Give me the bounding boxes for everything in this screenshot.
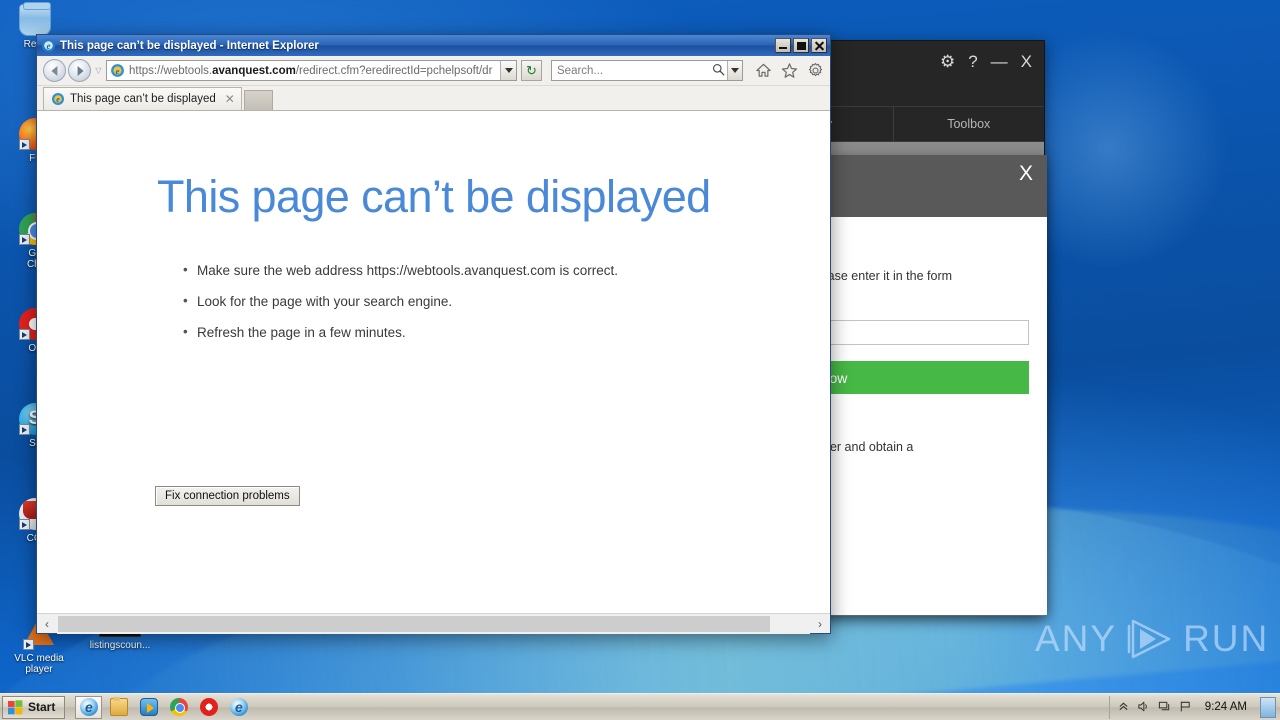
address-bar[interactable]: e https://webtools.avanquest.com/redirec… — [106, 60, 517, 81]
watermark-text-run: RUN — [1183, 618, 1270, 659]
refresh-button[interactable]: ↻ — [521, 60, 542, 81]
quick-launch-bar — [75, 695, 252, 719]
dark-app-window-controls: ⚙ ? — X — [940, 53, 1032, 70]
search-input[interactable]: Search... — [557, 65, 709, 77]
scrollbar-thumb[interactable] — [58, 615, 770, 632]
scroll-right-arrow[interactable]: › — [810, 614, 830, 634]
watermark-text-any: ANY — [1035, 618, 1118, 659]
close-icon[interactable]: X — [1021, 53, 1032, 70]
page-favicon: e — [110, 63, 125, 78]
address-bar-url: https://webtools.avanquest.com/redirect.… — [129, 65, 500, 77]
show-desktop-button[interactable] — [1260, 696, 1276, 718]
ie-toolbar-icons — [755, 62, 824, 79]
search-provider-dropdown[interactable] — [727, 61, 742, 80]
taskbar-item-opera[interactable] — [195, 696, 222, 719]
taskbar: Start 9:24 AM — [0, 693, 1280, 720]
chevron-down-icon[interactable]: ▽ — [93, 66, 104, 75]
gear-icon[interactable]: ⚙ — [940, 53, 955, 70]
taskbar-item-chrome[interactable] — [165, 696, 192, 719]
system-tray: 9:24 AM — [1108, 695, 1280, 719]
anyrun-watermark: ANY RUN — [1035, 618, 1269, 660]
ie-window-controls — [775, 38, 827, 53]
ie-navigation-bar: ▽ e https://webtools.avanquest.com/redir… — [37, 56, 830, 86]
star-icon[interactable] — [781, 62, 798, 79]
ie-titlebar[interactable]: e This page can’t be displayed - Interne… — [37, 35, 830, 56]
ie-tab-strip: e This page can’t be displayed ✕ — [37, 86, 830, 111]
search-box[interactable]: Search... — [551, 60, 743, 81]
forward-button[interactable] — [68, 59, 91, 82]
chrome-icon — [169, 698, 188, 716]
error-suggestion-list: Make sure the web address https://webtoo… — [183, 262, 618, 356]
windows-logo-icon — [8, 699, 23, 715]
recycle-bin-icon — [19, 2, 51, 36]
list-item: Make sure the web address https://webtoo… — [183, 262, 618, 278]
ie-window-title: This page can’t be displayed - Internet … — [60, 39, 319, 52]
action-center-flag-icon[interactable] — [1179, 700, 1192, 715]
start-button-label: Start — [28, 700, 56, 714]
folder-icon — [109, 697, 128, 716]
search-icon[interactable] — [709, 63, 727, 79]
help-icon[interactable]: ? — [968, 53, 977, 70]
tab-toolbox[interactable]: Toolbox — [894, 107, 1045, 141]
fix-connection-problems-button[interactable]: Fix connection problems — [155, 486, 300, 506]
close-icon[interactable]: X — [1019, 163, 1033, 184]
horizontal-scrollbar[interactable]: ‹ › — [37, 613, 830, 634]
list-item: Refresh the page in a few minutes. — [183, 324, 618, 340]
new-tab-button[interactable] — [243, 90, 273, 110]
ie-page-content: This page can’t be displayed Make sure t… — [37, 111, 830, 613]
ie-icon — [229, 698, 248, 716]
svg-text:e: e — [56, 95, 60, 104]
minimize-icon[interactable]: — — [991, 53, 1008, 70]
ie-icon — [79, 698, 98, 716]
svg-text:e: e — [116, 66, 120, 76]
gear-icon[interactable] — [807, 62, 824, 79]
taskbar-item-internet-explorer-2[interactable] — [225, 696, 252, 719]
close-icon[interactable]: ✕ — [221, 92, 235, 106]
list-item: Look for the page with your search engin… — [183, 293, 618, 309]
tab-favicon: e — [51, 92, 65, 106]
minimize-button[interactable] — [775, 38, 791, 53]
media-player-icon — [139, 698, 158, 716]
taskbar-item-internet-explorer[interactable] — [75, 695, 103, 719]
back-button[interactable] — [43, 59, 66, 82]
internet-explorer-icon: e — [41, 38, 56, 53]
volume-icon[interactable] — [1137, 700, 1150, 715]
play-triangle-logo — [1127, 618, 1173, 660]
opera-icon — [199, 698, 218, 716]
scrollbar-track[interactable] — [57, 613, 810, 634]
address-dropdown-button[interactable] — [500, 61, 516, 80]
taskbar-clock[interactable]: 9:24 AM — [1200, 701, 1252, 713]
close-button[interactable] — [811, 38, 827, 53]
url-prefix: https://webtools. — [129, 64, 213, 77]
url-suffix: /redirect.cfm?eredirectId=pchelpsoft/dr — [295, 64, 493, 77]
desktop-icon-label: VLC media player — [14, 653, 64, 675]
taskbar-item-windows-explorer[interactable] — [105, 696, 132, 719]
browser-tab[interactable]: e This page can’t be displayed ✕ — [43, 87, 242, 110]
start-button[interactable]: Start — [2, 695, 66, 719]
scroll-left-arrow[interactable]: ‹ — [37, 614, 57, 634]
home-icon[interactable] — [755, 62, 772, 79]
maximize-button[interactable] — [793, 38, 809, 53]
desktop-icon-label: listingscoun... — [89, 640, 151, 651]
internet-explorer-window[interactable]: e This page can’t be displayed - Interne… — [36, 34, 831, 634]
network-icon[interactable] — [1158, 700, 1171, 715]
taskbar-item-media-player[interactable] — [135, 696, 162, 719]
page-title: This page can’t be displayed — [157, 171, 711, 222]
show-hidden-icons-button[interactable] — [1118, 701, 1129, 714]
tab-label: This page can’t be displayed — [70, 93, 216, 105]
url-domain: avanquest.com — [212, 64, 296, 77]
svg-text:e: e — [47, 41, 51, 51]
